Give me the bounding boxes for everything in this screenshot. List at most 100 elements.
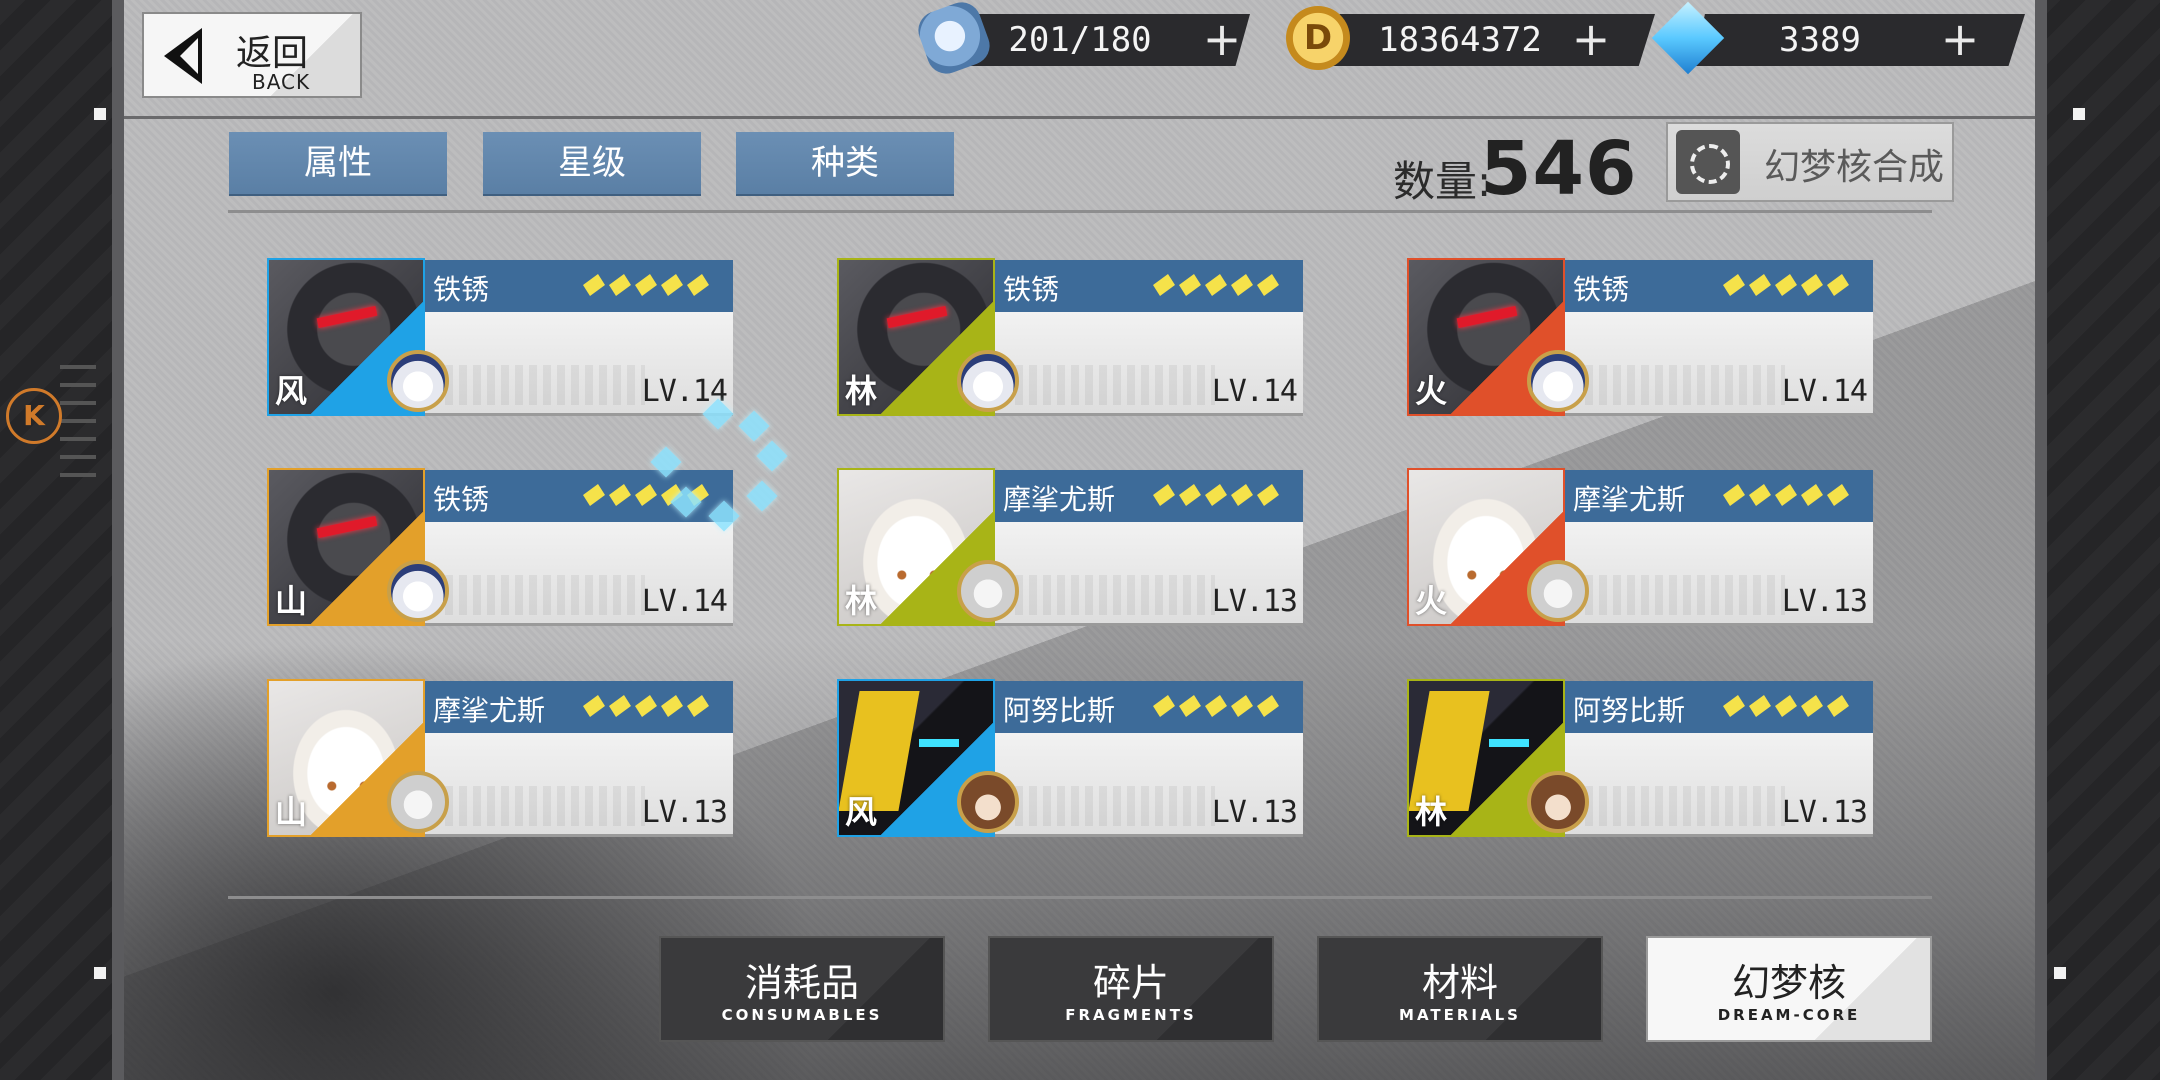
corner-marker	[94, 967, 106, 979]
card-level: LV.13	[1211, 584, 1298, 619]
tab-consumables[interactable]: 消耗品 CONSUMABLES	[659, 936, 945, 1042]
loading-spinner-icon	[650, 398, 788, 533]
filter-attribute-tab[interactable]: 属性	[229, 132, 447, 194]
back-button[interactable]: 返回 BACK	[142, 12, 362, 98]
card-body: LV.13	[995, 733, 1303, 837]
star-rating	[1149, 484, 1279, 508]
dream-core-card[interactable]: 林 阿努比斯 LV.13	[1407, 679, 1873, 837]
count-label: 数量:	[1393, 157, 1492, 206]
star-rating	[1719, 274, 1849, 298]
star-icon	[579, 484, 609, 506]
side-lines-decoration	[60, 365, 96, 485]
dream-core-card[interactable]: 火 铁锈 LV.14	[1407, 258, 1873, 416]
card-body: LV.13	[995, 522, 1303, 626]
card-name: 阿努比斯	[1573, 694, 1686, 727]
crystal-plus-button[interactable]: +	[1934, 14, 1986, 66]
star-icon	[1719, 274, 1749, 296]
star-rating	[579, 695, 709, 719]
spinner-block	[746, 480, 778, 512]
tab-fragments-sublabel: FRAGMENTS	[1065, 1006, 1197, 1024]
tab-materials[interactable]: 材料 MATERIALS	[1317, 936, 1603, 1042]
card-bar-decoration	[445, 575, 645, 615]
corner-marker	[94, 108, 106, 120]
pilot-avatar	[387, 350, 449, 412]
count-value: 546	[1480, 126, 1638, 212]
pilot-avatar	[387, 560, 449, 622]
dream-core-card[interactable]: 林 铁锈 LV.14	[837, 258, 1303, 416]
tab-dream-core[interactable]: 幻梦核 DREAM-CORE	[1646, 936, 1932, 1042]
right-frame-edge	[2035, 0, 2047, 1080]
dream-core-card[interactable]: 山 摩挲尤斯 LV.13	[267, 679, 733, 837]
star-icon	[631, 695, 661, 717]
star-icon	[605, 695, 635, 717]
tab-materials-label: 材料	[1421, 961, 1498, 1005]
header-divider	[124, 116, 2035, 119]
card-level: LV.13	[1211, 795, 1298, 830]
star-icon	[1227, 484, 1257, 506]
card-level: LV.14	[1211, 374, 1298, 409]
right-frame	[2035, 0, 2160, 1080]
card-body: LV.13	[1565, 733, 1873, 837]
star-icon	[1253, 695, 1283, 717]
back-arrow-icon-cutout	[180, 38, 198, 74]
dream-core-synth-button[interactable]: 幻梦核合成	[1666, 122, 1954, 202]
star-icon	[1823, 695, 1853, 717]
corner-marker	[2054, 967, 2066, 979]
pilot-avatar	[387, 771, 449, 833]
stamina-value: 201/180	[1008, 20, 1152, 60]
card-body: LV.13	[425, 733, 733, 837]
star-icon	[1823, 274, 1853, 296]
spinner-block	[708, 500, 740, 532]
star-icon	[1201, 695, 1231, 717]
left-frame-edge	[112, 0, 124, 1080]
dream-core-card[interactable]: 风 铁锈 LV.14	[267, 258, 733, 416]
card-name: 摩挲尤斯	[433, 694, 546, 727]
tab-fragments[interactable]: 碎片 FRAGMENTS	[988, 936, 1274, 1042]
card-name: 摩挲尤斯	[1003, 483, 1116, 516]
card-body: LV.14	[995, 312, 1303, 416]
element-label: 火	[1415, 372, 1448, 410]
star-icon	[1175, 484, 1205, 506]
coin-icon: D	[1286, 6, 1350, 70]
star-icon	[1745, 484, 1775, 506]
star-icon	[1719, 484, 1749, 506]
dream-core-card[interactable]: 火 摩挲尤斯 LV.13	[1407, 468, 1873, 626]
bottom-divider	[228, 896, 1932, 899]
star-rating	[1719, 484, 1849, 508]
filter-star-tab[interactable]: 星级	[483, 132, 701, 194]
card-body: LV.13	[1565, 522, 1873, 626]
spinner-block	[738, 410, 770, 442]
card-bar-decoration	[1015, 365, 1215, 405]
element-label: 林	[845, 582, 878, 620]
star-icon	[1745, 274, 1775, 296]
pilot-avatar	[1527, 771, 1589, 833]
card-name: 铁锈	[1573, 273, 1630, 306]
card-name: 摩挲尤斯	[1573, 483, 1686, 516]
dream-core-card[interactable]: 风 阿努比斯 LV.13	[837, 679, 1303, 837]
star-icon	[1797, 274, 1827, 296]
tab-consumables-sublabel: CONSUMABLES	[721, 1006, 883, 1024]
element-label: 林	[1415, 793, 1448, 831]
star-icon	[1253, 274, 1283, 296]
star-icon	[1771, 274, 1801, 296]
star-icon	[1149, 484, 1179, 506]
star-icon	[1201, 484, 1231, 506]
element-label: 火	[1415, 582, 1448, 620]
tab-dream-core-sublabel: DREAM-CORE	[1717, 1006, 1861, 1024]
card-header: 阿努比斯	[1565, 681, 1873, 733]
tab-fragments-label: 碎片	[1092, 961, 1169, 1005]
element-label: 山	[275, 793, 308, 831]
star-icon	[1175, 695, 1205, 717]
star-icon	[605, 274, 635, 296]
stamina-plus-button[interactable]: +	[1196, 14, 1248, 66]
pilot-avatar	[957, 560, 1019, 622]
card-header: 摩挲尤斯	[1565, 470, 1873, 522]
card-level: LV.13	[1781, 584, 1868, 619]
coin-plus-button[interactable]: +	[1565, 14, 1617, 66]
star-icon	[579, 695, 609, 717]
filter-type-tab[interactable]: 种类	[736, 132, 954, 194]
card-header: 摩挲尤斯	[995, 470, 1303, 522]
dream-core-card[interactable]: 林 摩挲尤斯 LV.13	[837, 468, 1303, 626]
card-bar-decoration	[445, 786, 645, 826]
crystal-value: 3389	[1779, 20, 1861, 60]
